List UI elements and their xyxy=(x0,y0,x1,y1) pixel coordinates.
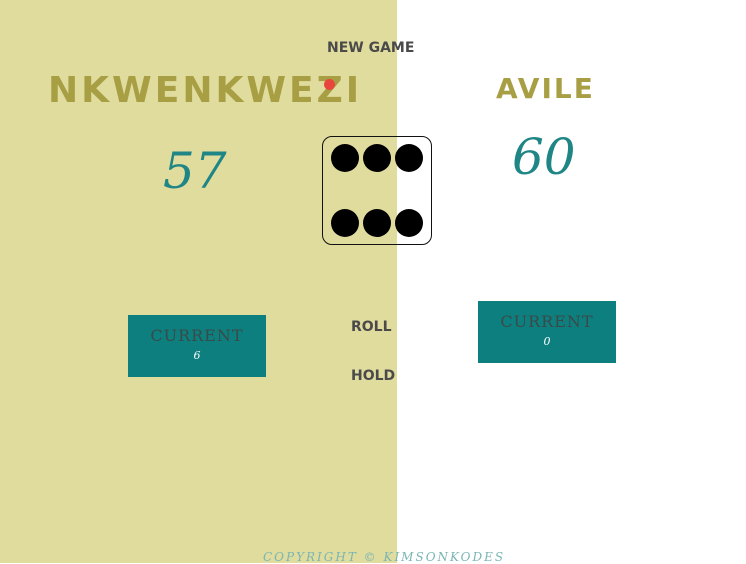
player-2-current-label: CURRENT xyxy=(500,312,594,331)
hold-button[interactable]: HOLD xyxy=(351,368,395,384)
player-1-current-label: CURRENT xyxy=(150,326,244,345)
dice-face xyxy=(322,136,432,245)
player-2-name: AVILE xyxy=(496,72,595,105)
player-1-current-value: 6 xyxy=(193,349,201,362)
dice-pip xyxy=(395,144,423,172)
player-2-current-value: 0 xyxy=(543,335,551,348)
player-2-score: 60 xyxy=(512,128,576,186)
dice-pip xyxy=(363,144,391,172)
roll-dice-button[interactable]: ROLL xyxy=(351,319,392,335)
player-1-name: NKWENKWEZI xyxy=(48,70,363,111)
dice-pip xyxy=(363,209,391,237)
copyright-footer: COPYRIGHT © KIMSONKODES xyxy=(263,550,506,564)
dice-pip xyxy=(331,209,359,237)
dice-pip xyxy=(331,144,359,172)
new-game-button[interactable]: NEW GAME xyxy=(327,40,414,56)
player-1-score: 57 xyxy=(163,142,227,200)
player-1-current-box: CURRENT 6 xyxy=(128,315,266,377)
active-player-indicator xyxy=(324,79,335,90)
player-2-current-box: CURRENT 0 xyxy=(478,301,616,363)
dice-pip xyxy=(395,209,423,237)
